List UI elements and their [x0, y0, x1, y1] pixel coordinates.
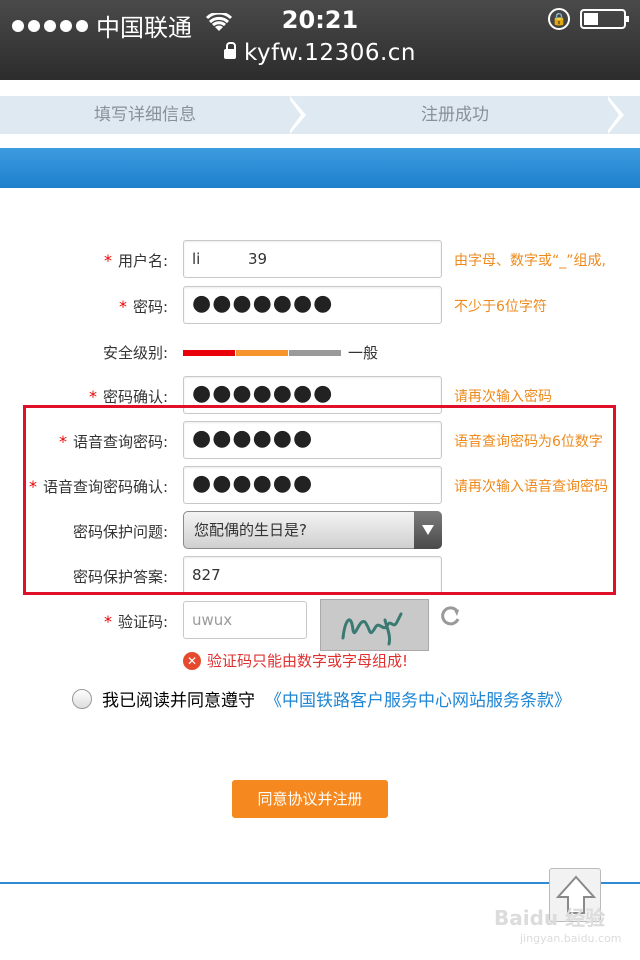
agreement-text: 我已阅读并同意遵守 [102, 691, 255, 711]
username-input[interactable]: li 39 [183, 240, 442, 278]
url-bar[interactable]: kyfw.12306.cn [0, 40, 640, 66]
watermark-logo: Baidu 经验 [494, 906, 606, 930]
terms-link[interactable]: 《中国铁路客户服务中心网站服务条款》 [265, 686, 571, 711]
security-level-label: 安全级别: [102, 344, 168, 362]
username-row: * 用户名: li 39 由字母、数字或“_”组成, [0, 240, 640, 280]
highlight-box [23, 405, 616, 595]
captcha-label: 验证码: [117, 613, 168, 631]
password-label: 密码: [132, 298, 168, 316]
captcha-error: ✕ 验证码只能由数字或字母组成! [183, 650, 408, 671]
watermark-url: jingyan.baidu.com [520, 932, 622, 945]
battery-icon [580, 9, 629, 29]
password-confirm-hint: 请再次输入密码 [454, 389, 552, 405]
username-label: 用户名: [117, 252, 168, 270]
required-mark: * [118, 297, 127, 316]
footer-divider [0, 882, 640, 884]
step-success: 注册成功 [421, 105, 489, 125]
step-fill-details: 填写详细信息 [94, 105, 196, 125]
security-level-text: 一般 [348, 344, 379, 362]
agree-register-button[interactable]: 同意协议并注册 [232, 780, 388, 818]
strength-segment-strong [289, 350, 341, 356]
refresh-captcha-icon[interactable] [440, 605, 462, 627]
rotation-lock-icon: 🔒 [548, 8, 570, 30]
captcha-row: * 验证码: uwux [0, 599, 640, 651]
password-input[interactable]: ●●●●●●● [183, 286, 442, 324]
padlock-icon [223, 42, 236, 59]
required-mark: * [103, 251, 112, 270]
required-mark: * [88, 387, 97, 406]
url-text: kyfw.12306.cn [243, 40, 416, 66]
username-hint: 由字母、数字或“_”组成, [454, 253, 606, 269]
header-bar [0, 148, 640, 188]
error-icon: ✕ [183, 651, 201, 670]
captcha-image[interactable] [320, 599, 429, 651]
required-mark: * [103, 612, 112, 631]
password-hint: 不少于6位字符 [454, 299, 547, 315]
password-row: * 密码: ●●●●●●● 不少于6位字符 [0, 286, 640, 326]
password-strength-meter [183, 350, 342, 356]
password-confirm-label: 密码确认: [102, 388, 168, 406]
captcha-error-text: 验证码只能由数字或字母组成! [207, 652, 409, 670]
strength-segment-medium [236, 350, 288, 356]
agreement-checkbox[interactable] [72, 688, 92, 709]
registration-steps: 填写详细信息 注册成功 [0, 96, 640, 134]
strength-segment-weak [183, 350, 235, 356]
security-level-row: 安全级别: 一般 [0, 332, 640, 372]
status-bar: 中国联通 20:21 🔒 kyfw.12306.cn [0, 0, 640, 80]
captcha-input[interactable]: uwux [183, 601, 307, 639]
clock: 20:21 [281, 6, 359, 34]
agreement-row: 我已阅读并同意遵守 《中国铁路客户服务中心网站服务条款》 [72, 686, 571, 711]
